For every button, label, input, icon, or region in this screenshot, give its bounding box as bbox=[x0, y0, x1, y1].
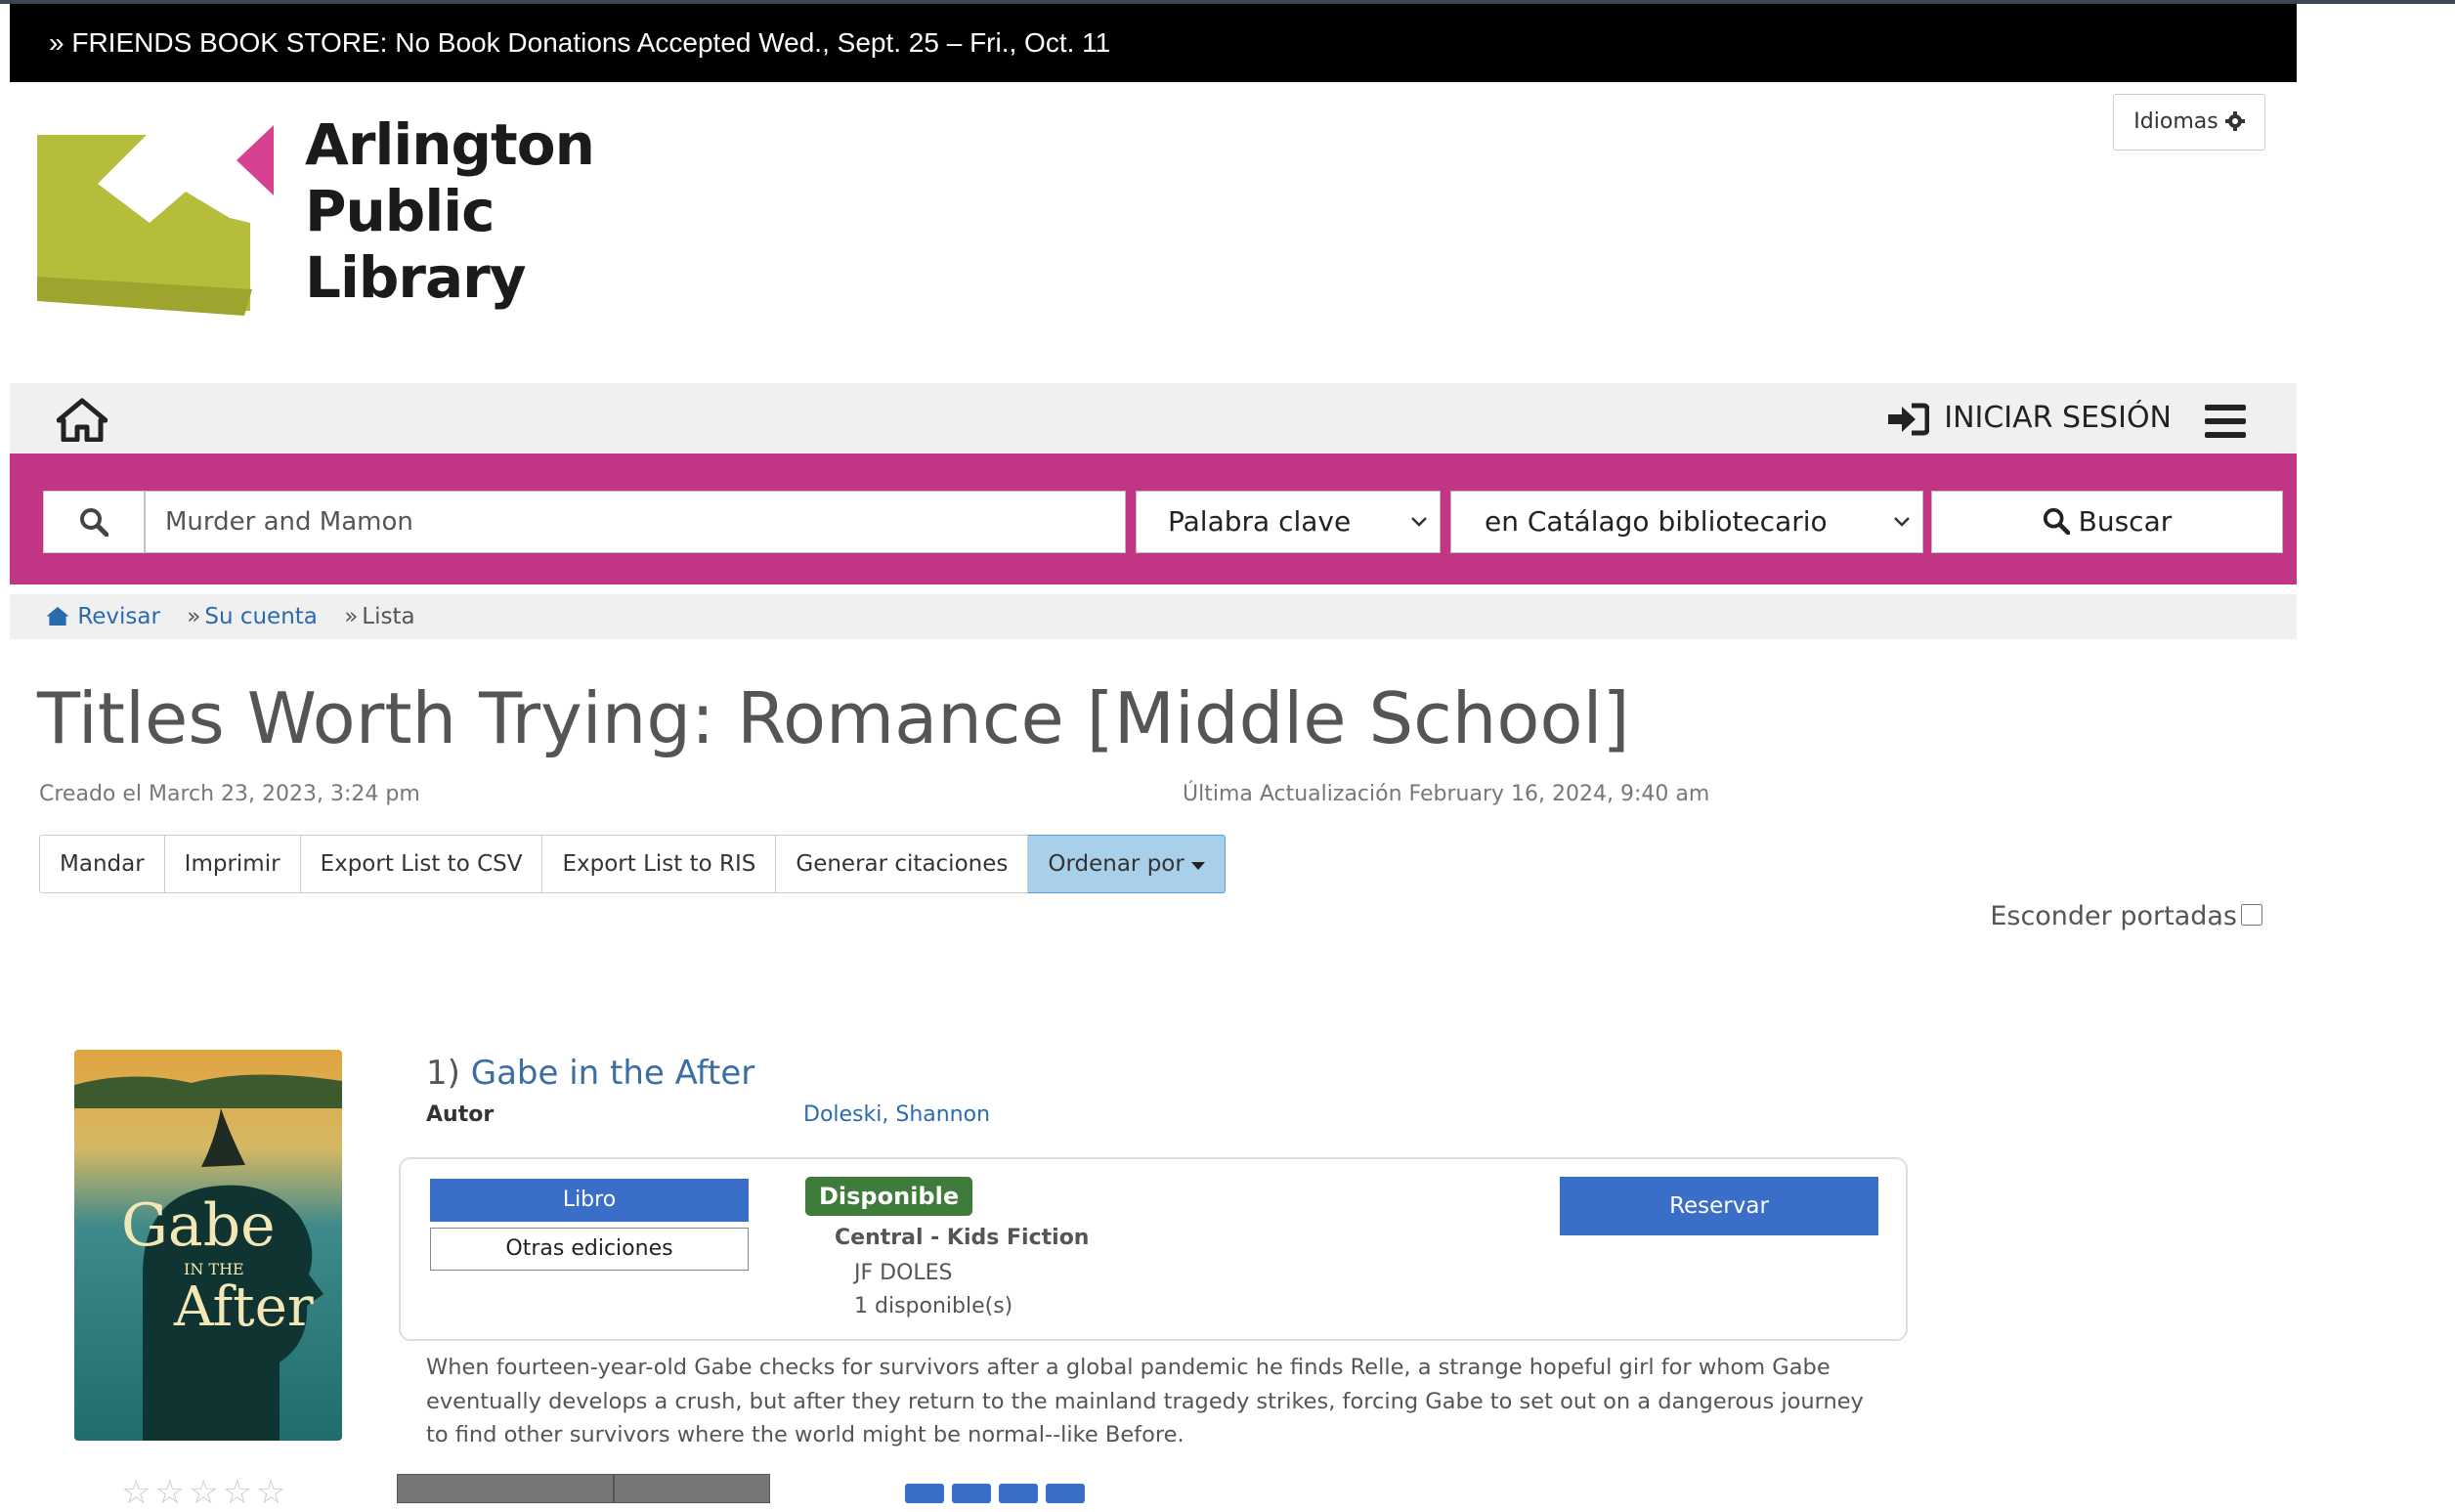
author-label: Autor bbox=[426, 1102, 495, 1127]
result-number: 1) bbox=[426, 1054, 460, 1093]
updated-date: Última Actualización February 16, 2024, … bbox=[1183, 782, 1710, 806]
export-ris-button[interactable]: Export List to RIS bbox=[542, 835, 777, 893]
languages-button[interactable]: Idiomas bbox=[2113, 94, 2265, 151]
search-scope-select[interactable]: en Catálago bibliotecario bbox=[1450, 491, 1923, 553]
email-list-button[interactable]: Mandar bbox=[39, 835, 165, 893]
export-csv-button[interactable]: Export List to CSV bbox=[300, 835, 543, 893]
star-icon[interactable]: ☆ bbox=[222, 1473, 255, 1512]
login-link[interactable]: INICIAR SESIÓN bbox=[1886, 399, 2172, 438]
breadcrumb-account-link[interactable]: Su cuenta bbox=[204, 604, 318, 629]
sort-by-label: Ordenar por bbox=[1048, 851, 1184, 877]
result-title-link[interactable]: Gabe in the After bbox=[471, 1054, 755, 1093]
created-date: Creado el March 23, 2023, 3:24 pm bbox=[39, 782, 420, 806]
breadcrumb-current: Lista bbox=[362, 604, 415, 629]
breadcrumb: Revisar » Su cuenta » Lista bbox=[10, 594, 2297, 639]
search-input[interactable] bbox=[145, 491, 1126, 553]
star-icon[interactable]: ☆ bbox=[189, 1473, 222, 1512]
breadcrumb-separator: » bbox=[344, 604, 359, 629]
format-book-button[interactable]: Libro bbox=[430, 1179, 749, 1222]
generate-citations-button[interactable]: Generar citaciones bbox=[776, 835, 1029, 893]
book-cover-image[interactable]: Gabe IN THE After bbox=[74, 1050, 342, 1441]
announcement-text[interactable]: » FRIENDS BOOK STORE: No Book Donations … bbox=[49, 27, 1110, 58]
rating-stars[interactable]: ☆☆☆☆☆ bbox=[121, 1476, 289, 1509]
author-link[interactable]: Doleski, Shannon bbox=[803, 1102, 990, 1127]
caret-down-icon bbox=[1191, 862, 1206, 870]
page-title: Titles Worth Trying: Romance [Middle Sch… bbox=[37, 677, 1630, 759]
home-small-icon bbox=[46, 606, 69, 626]
star-icon[interactable]: ☆ bbox=[154, 1473, 188, 1512]
logo-line-2: Public bbox=[305, 178, 495, 244]
login-label: INICIAR SESIÓN bbox=[1944, 401, 2172, 435]
gear-icon bbox=[2224, 111, 2245, 131]
star-icon[interactable]: ☆ bbox=[256, 1473, 289, 1512]
share-buttons bbox=[905, 1484, 1085, 1503]
announcement-banner[interactable]: » FRIENDS BOOK STORE: No Book Donations … bbox=[10, 4, 2297, 82]
place-hold-button[interactable]: Reservar bbox=[1560, 1177, 1878, 1235]
copies-available: 1 disponible(s) bbox=[854, 1294, 1013, 1318]
home-icon[interactable] bbox=[57, 397, 108, 442]
search-type-select[interactable]: Palabra clave bbox=[1136, 491, 1441, 553]
sign-in-icon bbox=[1887, 403, 1930, 435]
breadcrumb-separator: » bbox=[187, 604, 201, 629]
sort-by-dropdown[interactable]: Ordenar por bbox=[1028, 835, 1227, 893]
add-to-list-button[interactable] bbox=[614, 1474, 770, 1503]
share-button[interactable] bbox=[999, 1484, 1038, 1503]
search-bar: Palabra clave en Catálago bibliotecario … bbox=[10, 454, 2297, 584]
holdings-panel: Libro Otras ediciones Disponible Central… bbox=[399, 1157, 1908, 1341]
print-list-button[interactable]: Imprimir bbox=[164, 835, 301, 893]
search-type-value: Palabra clave bbox=[1168, 505, 1352, 538]
search-button[interactable]: Buscar bbox=[1931, 491, 2283, 553]
search-icon bbox=[2043, 507, 2071, 536]
chevron-down-icon bbox=[1894, 517, 1910, 527]
languages-label: Idiomas bbox=[2133, 109, 2218, 134]
search-icon bbox=[80, 508, 108, 537]
result-description: When fourteen-year-old Gabe checks for s… bbox=[426, 1355, 1864, 1447]
hide-covers-label: Esconder portadas bbox=[1990, 901, 2237, 931]
chevron-down-icon bbox=[1411, 517, 1427, 527]
logo-line-1: Arlington bbox=[305, 111, 595, 178]
star-icon[interactable]: ☆ bbox=[121, 1473, 154, 1512]
hamburger-icon[interactable] bbox=[2205, 405, 2246, 438]
hide-covers-checkbox[interactable] bbox=[2241, 904, 2262, 926]
list-actions-toolbar: Mandar Imprimir Export List to CSV Expor… bbox=[39, 835, 1227, 893]
top-navigation-bar: INICIAR SESIÓN bbox=[10, 383, 2297, 454]
logo-text: Arlington Public Library bbox=[305, 111, 595, 311]
logo-line-3: Library bbox=[305, 244, 527, 311]
hide-covers-toggle[interactable]: Esconder portadas bbox=[1990, 901, 2265, 931]
result-heading: 1) Gabe in the After bbox=[426, 1054, 754, 1093]
result-secondary-buttons bbox=[397, 1474, 770, 1503]
search-scope-value: en Catálago bibliotecario bbox=[1485, 505, 1828, 538]
location-label: Central - Kids Fiction bbox=[835, 1226, 1090, 1250]
search-button-label: Buscar bbox=[2078, 505, 2173, 538]
other-editions-button[interactable]: Otras ediciones bbox=[430, 1228, 749, 1271]
call-number: JF DOLES bbox=[854, 1261, 953, 1285]
cover-title-1: Gabe bbox=[121, 1191, 276, 1260]
availability-badge: Disponible bbox=[805, 1177, 973, 1216]
search-icon-button[interactable] bbox=[43, 491, 145, 553]
breadcrumb-home-link[interactable]: Revisar bbox=[77, 604, 160, 629]
share-button[interactable] bbox=[905, 1484, 944, 1503]
share-button[interactable] bbox=[1046, 1484, 1085, 1503]
cover-title-3: After bbox=[173, 1275, 314, 1339]
share-button[interactable] bbox=[952, 1484, 991, 1503]
logo-pink-triangle bbox=[237, 125, 274, 195]
more-info-button[interactable] bbox=[397, 1474, 614, 1503]
